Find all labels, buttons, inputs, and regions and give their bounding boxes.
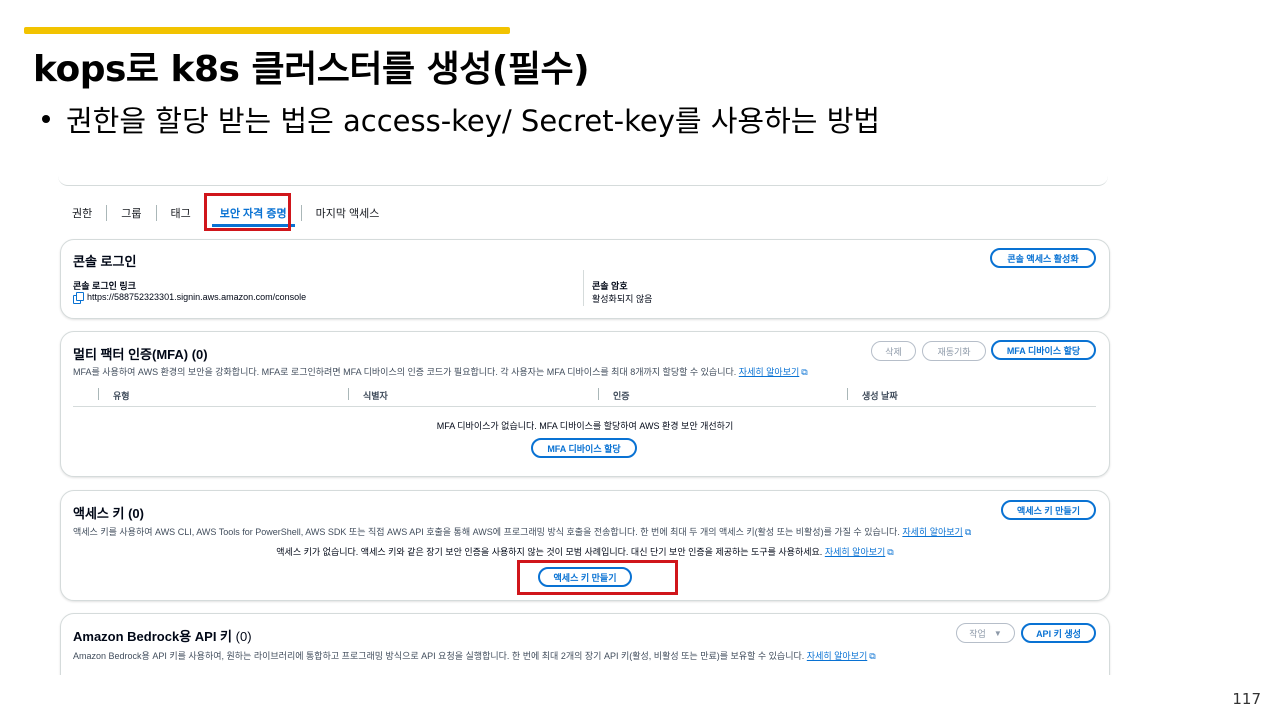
mfa-description: MFA를 사용하여 AWS 환경의 보안을 강화합니다. MFA로 로그인하려면… [73,365,808,378]
page-number: 117 [1232,690,1261,708]
enable-console-access-button[interactable]: 콘솔 액세스 활성화 [990,248,1096,268]
slide-title: kops로 k8s 클러스터를 생성(필수) [33,49,590,90]
access-keys-description: 액세스 키를 사용하여 AWS CLI, AWS Tools for Power… [73,525,971,538]
bedrock-actions-dropdown[interactable]: 작업 ▼ [956,623,1015,643]
access-keys-learn-more-link[interactable]: 자세히 알아보기 [902,527,962,537]
access-keys-empty-text: 액세스 키가 없습니다. 액세스 키와 같은 장기 보안 인증을 사용하지 않는… [276,547,823,557]
external-link-icon: ⧉ [801,367,808,377]
access-keys-description-text: 액세스 키를 사용하여 AWS CLI, AWS Tools for Power… [73,527,900,537]
column-separator [348,388,349,400]
mfa-resync-button[interactable]: 재동기화 [922,341,986,361]
mfa-col-created: 생성 날짜 [862,391,898,401]
assign-mfa-empty-button[interactable]: MFA 디바이스 할당 [531,438,637,458]
bedrock-title: Amazon Bedrock용 API 키 (0) [73,626,252,645]
column-separator [847,388,848,400]
tab-tags[interactable]: 태그 [157,205,205,221]
mfa-title-text: 멀티 팩터 인증(MFA) [73,347,189,362]
mfa-col-identifier: 식별자 [363,391,388,401]
access-keys-count: (0) [128,506,144,521]
column-separator [598,388,599,400]
mfa-title: 멀티 팩터 인증(MFA) (0) [73,344,208,363]
table-header-divider [73,406,1096,407]
mfa-learn-more-link[interactable]: 자세히 알아보기 [739,367,799,377]
copy-icon[interactable] [73,292,84,304]
bullet-text: 권한을 할당 받는 법은 access-key/ Secret-key를 사용하… [66,104,881,138]
bedrock-title-text: Amazon Bedrock용 API 키 [73,629,233,644]
mfa-panel: 멀티 팩터 인증(MFA) (0) 삭제 재동기화 MFA 디바이스 할당 MF… [60,331,1110,477]
mfa-count: (0) [191,347,208,362]
console-password-label: 콘솔 암호 [592,281,628,291]
caret-down-icon: ▼ [993,628,1002,638]
bedrock-count: (0) [235,629,252,644]
create-api-key-button[interactable]: API 키 생성 [1021,623,1096,643]
column-divider [583,270,584,306]
console-link-row: https://588752323301.signin.aws.amazon.c… [73,292,306,304]
bedrock-learn-more-link[interactable]: 자세히 알아보기 [807,651,867,661]
assign-mfa-button[interactable]: MFA 디바이스 할당 [991,340,1096,360]
tab-last-accessed[interactable]: 마지막 액세스 [302,205,394,221]
bedrock-description: Amazon Bedrock용 API 키를 사용하여, 원하는 라이브러리에 … [73,649,876,662]
bedrock-description-text: Amazon Bedrock용 API 키를 사용하여, 원하는 라이브러리에 … [73,651,805,661]
bedrock-actions-label: 작업 [969,628,986,639]
title-accent-bar [24,27,510,34]
access-keys-title: 액세스 키 (0) [73,503,144,522]
access-keys-empty-message: 액세스 키가 없습니다. 액세스 키와 같은 장기 보안 인증을 사용하지 않는… [61,545,1109,558]
tab-permissions[interactable]: 권한 [58,205,106,221]
previous-panel-edge [58,175,1108,186]
highlight-box-tab [204,193,291,231]
console-login-title: 콘솔 로그인 [73,254,137,269]
external-link-icon: ⧉ [869,651,876,661]
column-separator [98,388,99,400]
mfa-col-certification: 인증 [613,391,630,401]
mfa-delete-button[interactable]: 삭제 [871,341,916,361]
iam-user-screenshot: 권한 그룹 태그 보안 자격 증명 마지막 액세스 콘솔 로그인 콘솔 액세스 … [58,175,1114,675]
highlight-box-create-key [517,560,678,595]
bullet-item: 권한을 할당 받는 법은 access-key/ Secret-key를 사용하… [42,98,880,140]
tab-groups[interactable]: 그룹 [107,205,155,221]
mfa-empty-message: MFA 디바이스가 없습니다. MFA 디바이스를 할당하여 AWS 환경 보안… [436,421,734,431]
external-link-icon: ⧉ [964,527,972,537]
access-keys-empty-learn-more-link[interactable]: 자세히 알아보기 [825,547,885,557]
console-password-value: 활성화되지 않음 [592,294,653,304]
bedrock-api-keys-panel: Amazon Bedrock용 API 키 (0) 작업 ▼ API 키 생성 A… [60,613,1110,675]
mfa-col-type: 유형 [113,391,130,401]
console-login-panel: 콘솔 로그인 콘솔 액세스 활성화 콘솔 로그인 링크 https://5887… [60,239,1110,319]
mfa-description-text: MFA를 사용하여 AWS 환경의 보안을 강화합니다. MFA로 로그인하려면… [73,367,737,377]
console-link-label: 콘솔 로그인 링크 [73,281,136,291]
external-link-icon: ⧉ [887,547,894,557]
access-keys-title-text: 액세스 키 [73,506,125,521]
create-access-key-button[interactable]: 액세스 키 만들기 [1001,500,1096,520]
bullet-dot-icon [42,115,50,123]
console-link-value[interactable]: https://588752323301.signin.aws.amazon.c… [87,292,306,302]
